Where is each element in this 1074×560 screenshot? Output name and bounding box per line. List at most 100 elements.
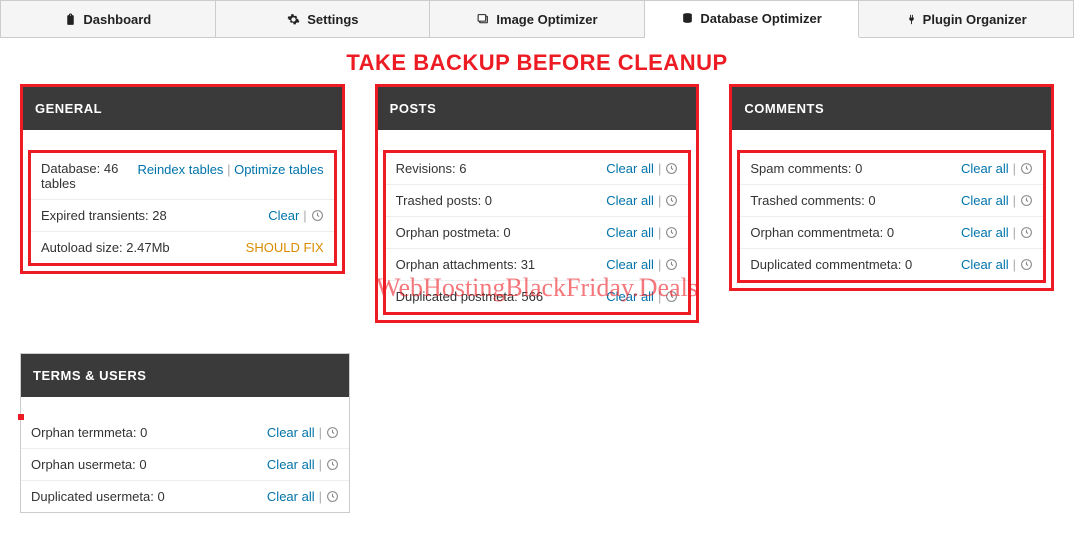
should-fix-label: SHOULD FIX (246, 240, 324, 255)
tab-label: Database Optimizer (700, 11, 821, 26)
row-autoload: Autoload size: 2.47Mb SHOULD FIX (31, 232, 334, 263)
separator: | (658, 257, 661, 272)
clear-link[interactable]: Clear (268, 208, 299, 223)
list-row: Revisions: 6Clear all | (386, 153, 689, 185)
clock-icon[interactable] (665, 290, 678, 303)
value: 0 (865, 193, 876, 208)
label: Orphan usermeta: (31, 457, 136, 472)
list-row: Trashed posts: 0 Clear all | (386, 185, 689, 217)
clear-all-link[interactable]: Clear all (961, 161, 1009, 176)
tab-image-optimizer[interactable]: Image Optimizer (430, 1, 645, 37)
red-marker (18, 414, 24, 420)
clock-icon[interactable] (1020, 226, 1033, 239)
panel-title: COMMENTS (732, 87, 1051, 130)
list-row: Duplicated usermeta: 0 Clear all | (21, 481, 349, 512)
separator: | (658, 289, 661, 304)
label: Expired transients: (41, 208, 149, 223)
value: 0 (154, 489, 165, 504)
clear-all-link[interactable]: Clear all (606, 161, 654, 176)
clock-icon[interactable] (311, 209, 324, 222)
value: 2.47Mb (126, 240, 169, 255)
tab-bar: Dashboard Settings Image Optimizer Datab… (0, 0, 1074, 38)
backup-warning: TAKE BACKUP BEFORE CLEANUP (0, 38, 1074, 84)
list-row: Orphan attachments: 31 Clear all | (386, 249, 689, 281)
tab-label: Image Optimizer (496, 12, 597, 27)
clock-icon[interactable] (326, 426, 339, 439)
value: 0 (852, 161, 863, 176)
label: Orphan termmeta: (31, 425, 137, 440)
clear-all-link[interactable]: Clear all (961, 193, 1009, 208)
tab-label: Dashboard (83, 12, 151, 27)
label: Orphan postmeta: (396, 225, 500, 240)
clock-icon[interactable] (326, 490, 339, 503)
panel-comments: COMMENTS Spam comments: 0Clear all | Tra… (729, 84, 1054, 291)
separator: | (319, 457, 322, 472)
panel-title: TERMS & USERS (21, 354, 349, 397)
clear-all-link[interactable]: Clear all (267, 425, 315, 440)
value: 0 (500, 225, 511, 240)
value: 566 (518, 289, 543, 304)
clock-icon[interactable] (665, 258, 678, 271)
value: 0 (481, 193, 492, 208)
tab-database-optimizer[interactable]: Database Optimizer (645, 1, 860, 38)
clear-all-link[interactable]: Clear all (267, 489, 315, 504)
clear-all-link[interactable]: Clear all (961, 257, 1009, 272)
panel-posts: POSTS Revisions: 6Clear all | Trashed po… (375, 84, 700, 323)
clock-icon[interactable] (1020, 194, 1033, 207)
plug-icon (906, 13, 917, 26)
clock-icon[interactable] (1020, 162, 1033, 175)
label: Revisions: (396, 161, 456, 176)
row-database: Database: 46 tables Reindex tables | Opt… (31, 153, 334, 200)
row-transients: Expired transients: 28 Clear | (31, 200, 334, 232)
panel-title: POSTS (378, 87, 697, 130)
value: 0 (901, 257, 912, 272)
label: Autoload size: (41, 240, 123, 255)
clear-all-link[interactable]: Clear all (267, 457, 315, 472)
reindex-link[interactable]: Reindex tables (137, 162, 223, 177)
label: Database: (41, 161, 100, 176)
separator: | (1013, 257, 1016, 272)
clock-icon[interactable] (665, 194, 678, 207)
value: 0 (136, 457, 147, 472)
images-icon (476, 13, 490, 26)
clock-icon[interactable] (326, 458, 339, 471)
panel-title: GENERAL (23, 87, 342, 130)
label: Orphan attachments: (396, 257, 517, 272)
clear-all-link[interactable]: Clear all (606, 257, 654, 272)
optimize-link[interactable]: Optimize tables (234, 162, 324, 177)
tab-label: Settings (307, 12, 358, 27)
label: Trashed posts: (396, 193, 482, 208)
clock-icon[interactable] (1020, 258, 1033, 271)
clipboard-icon (64, 13, 77, 26)
panel-terms-users: TERMS & USERS Orphan termmeta: 0Clear al… (20, 353, 350, 513)
separator: | (658, 193, 661, 208)
separator: | (227, 162, 230, 177)
label: Trashed comments: (750, 193, 864, 208)
list-row: Orphan termmeta: 0Clear all | (21, 417, 349, 449)
separator: | (1013, 225, 1016, 240)
label: Duplicated commentmeta: (750, 257, 901, 272)
label: Orphan commentmeta: (750, 225, 883, 240)
gears-icon (286, 13, 301, 26)
label: Duplicated usermeta: (31, 489, 154, 504)
clear-all-link[interactable]: Clear all (606, 193, 654, 208)
separator: | (658, 225, 661, 240)
separator: | (658, 161, 661, 176)
value: 28 (152, 208, 166, 223)
separator: | (319, 425, 322, 440)
value: 31 (517, 257, 535, 272)
separator: | (1013, 193, 1016, 208)
list-row: Trashed comments: 0 Clear all | (740, 185, 1043, 217)
tab-plugin-organizer[interactable]: Plugin Organizer (859, 1, 1073, 37)
tab-dashboard[interactable]: Dashboard (1, 1, 216, 37)
clear-all-link[interactable]: Clear all (606, 289, 654, 304)
value: 0 (883, 225, 894, 240)
tab-settings[interactable]: Settings (216, 1, 431, 37)
clock-icon[interactable] (665, 162, 678, 175)
list-row: Duplicated postmeta: 566Clear all | (386, 281, 689, 312)
clear-all-link[interactable]: Clear all (961, 225, 1009, 240)
clear-all-link[interactable]: Clear all (606, 225, 654, 240)
list-row: Duplicated commentmeta: 0 Clear all | (740, 249, 1043, 280)
separator: | (319, 489, 322, 504)
clock-icon[interactable] (665, 226, 678, 239)
